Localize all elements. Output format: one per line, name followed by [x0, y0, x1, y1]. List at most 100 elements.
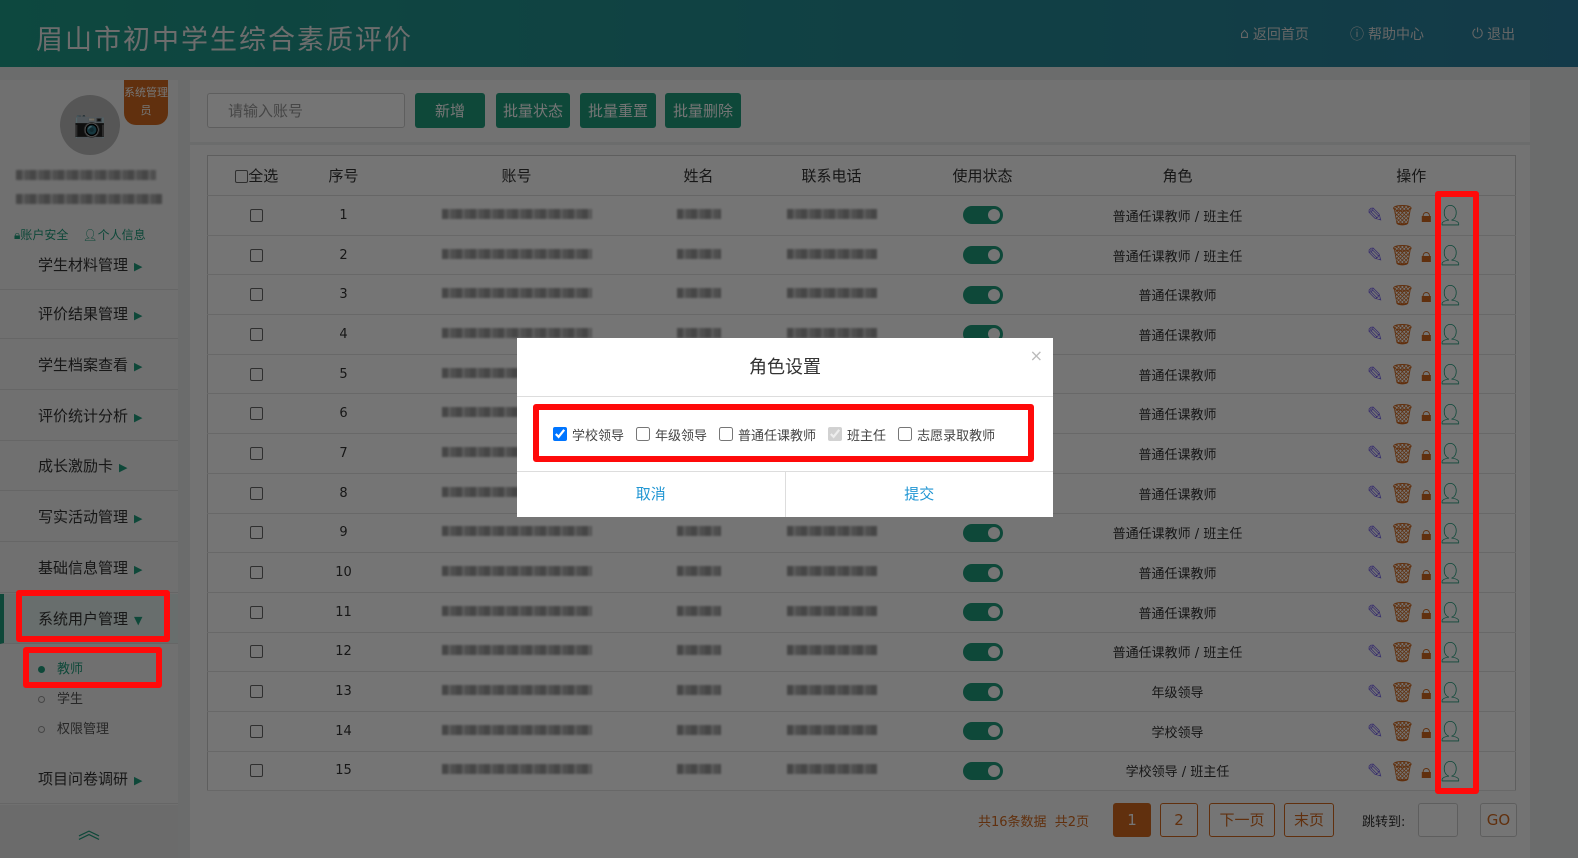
batch-delete-button[interactable]: 批量删除 — [665, 93, 741, 128]
user-settings-icon[interactable]: 👤︎ — [1438, 363, 1463, 385]
role-checkbox[interactable] — [636, 427, 651, 441]
trash-icon[interactable]: 🗑︎ — [1390, 284, 1415, 306]
row-checkbox[interactable] — [250, 446, 264, 460]
trash-icon[interactable]: 🗑︎ — [1390, 760, 1415, 782]
trash-icon[interactable]: 🗑︎ — [1390, 204, 1415, 226]
sidebar-item[interactable]: 学生材料管理 ▶ — [0, 240, 178, 290]
sidebar-item[interactable]: 项目问卷调研 ▶ — [0, 754, 178, 804]
status-toggle[interactable] — [962, 246, 1003, 265]
edit-pencil-icon[interactable]: ✎ — [1367, 720, 1384, 742]
trash-icon[interactable]: 🗑︎ — [1390, 442, 1415, 464]
trash-icon[interactable]: 🗑︎ — [1390, 601, 1415, 623]
trash-icon[interactable]: 🗑︎ — [1390, 522, 1415, 544]
user-settings-icon[interactable]: 👤︎ — [1438, 720, 1463, 742]
edit-pencil-icon[interactable]: ✎ — [1367, 562, 1384, 584]
last-page-button[interactable]: 末页 — [1284, 803, 1334, 837]
role-option[interactable]: 志愿录取教师 — [898, 425, 995, 444]
submenu-item[interactable]: 教师 — [38, 658, 83, 677]
reset-password-lock-icon[interactable]: 🔒︎ — [1421, 562, 1432, 584]
home-link[interactable]: ⌂ 返回首页 — [1240, 24, 1309, 44]
edit-pencil-icon[interactable]: ✎ — [1367, 442, 1384, 464]
edit-pencil-icon[interactable]: ✎ — [1367, 482, 1384, 504]
user-settings-icon[interactable]: 👤︎ — [1438, 442, 1463, 464]
role-checkbox[interactable] — [553, 427, 567, 441]
sidebar-item[interactable]: 评价结果管理 ▶ — [0, 289, 178, 339]
sidebar-item[interactable]: 基础信息管理 ▶ — [0, 543, 178, 593]
trash-icon[interactable]: 🗑︎ — [1390, 641, 1415, 663]
reset-password-lock-icon[interactable]: 🔒︎ — [1421, 522, 1432, 544]
status-toggle[interactable] — [962, 761, 1003, 780]
sidebar-item[interactable]: 成长激励卡 ▶ — [0, 441, 178, 491]
row-checkbox[interactable] — [250, 685, 264, 699]
batch-status-button[interactable]: 批量状态 — [496, 93, 570, 128]
user-settings-icon[interactable]: 👤︎ — [1438, 760, 1463, 782]
user-settings-icon[interactable]: 👤︎ — [1438, 403, 1463, 425]
row-checkbox[interactable] — [250, 327, 264, 341]
row-checkbox[interactable] — [250, 248, 264, 262]
edit-pencil-icon[interactable]: ✎ — [1367, 363, 1384, 385]
submenu-item[interactable]: 权限管理 — [38, 718, 109, 737]
sidebar-item[interactable]: 系统用户管理 ▼ — [0, 594, 178, 644]
account-search-input[interactable] — [207, 93, 405, 128]
status-toggle[interactable] — [962, 523, 1003, 542]
avatar[interactable]: 📷 — [60, 95, 120, 155]
role-checkbox[interactable] — [828, 427, 843, 441]
row-checkbox[interactable] — [250, 764, 264, 778]
add-button[interactable]: 新增 — [415, 93, 485, 128]
go-button[interactable]: GO — [1480, 803, 1517, 837]
trash-icon[interactable]: 🗑︎ — [1390, 244, 1415, 266]
sidebar-item[interactable]: 评价统计分析 ▶ — [0, 391, 178, 441]
reset-password-lock-icon[interactable]: 🔒︎ — [1421, 601, 1432, 623]
user-settings-icon[interactable]: 👤︎ — [1438, 681, 1463, 703]
edit-pencil-icon[interactable]: ✎ — [1367, 641, 1384, 663]
user-settings-icon[interactable]: 👤︎ — [1438, 204, 1463, 226]
edit-pencil-icon[interactable]: ✎ — [1367, 522, 1384, 544]
trash-icon[interactable]: 🗑︎ — [1390, 720, 1415, 742]
user-settings-icon[interactable]: 👤︎ — [1438, 284, 1463, 306]
status-toggle[interactable] — [962, 603, 1003, 622]
role-option[interactable]: 班主任 — [828, 425, 886, 444]
role-checkbox[interactable] — [719, 427, 734, 441]
batch-reset-button[interactable]: 批量重置 — [580, 93, 656, 128]
reset-password-lock-icon[interactable]: 🔒︎ — [1421, 760, 1432, 782]
reset-password-lock-icon[interactable]: 🔒︎ — [1421, 244, 1432, 266]
status-toggle[interactable] — [962, 722, 1003, 741]
trash-icon[interactable]: 🗑︎ — [1390, 562, 1415, 584]
select-all[interactable]: 全选 — [207, 155, 306, 196]
trash-icon[interactable]: 🗑︎ — [1390, 482, 1415, 504]
reset-password-lock-icon[interactable]: 🔒︎ — [1421, 482, 1432, 504]
submit-button[interactable]: 提交 — [786, 472, 1054, 517]
user-settings-icon[interactable]: 👤︎ — [1438, 641, 1463, 663]
reset-password-lock-icon[interactable]: 🔒︎ — [1421, 403, 1432, 425]
edit-pencil-icon[interactable]: ✎ — [1367, 601, 1384, 623]
sidebar-item[interactable]: 写实活动管理 ▶ — [0, 492, 178, 542]
user-settings-icon[interactable]: 👤︎ — [1438, 601, 1463, 623]
jump-page-input[interactable] — [1418, 803, 1458, 837]
submenu-item[interactable]: 学生 — [38, 688, 83, 707]
reset-password-lock-icon[interactable]: 🔒︎ — [1421, 323, 1432, 345]
status-toggle[interactable] — [962, 682, 1003, 701]
page-2-button[interactable]: 2 — [1160, 803, 1198, 837]
reset-password-lock-icon[interactable]: 🔒︎ — [1421, 720, 1432, 742]
reset-password-lock-icon[interactable]: 🔒︎ — [1421, 284, 1432, 306]
row-checkbox[interactable] — [250, 605, 264, 619]
row-checkbox[interactable] — [250, 724, 264, 738]
collapse-up-icon[interactable]: ︽ — [0, 805, 178, 858]
edit-pencil-icon[interactable]: ✎ — [1367, 681, 1384, 703]
row-checkbox[interactable] — [250, 208, 264, 222]
sidebar-item[interactable]: 学生档案查看 ▶ — [0, 340, 178, 390]
page-1-button[interactable]: 1 — [1113, 803, 1151, 837]
user-settings-icon[interactable]: 👤︎ — [1438, 562, 1463, 584]
trash-icon[interactable]: 🗑︎ — [1390, 323, 1415, 345]
status-toggle[interactable] — [962, 563, 1003, 582]
edit-pencil-icon[interactable]: ✎ — [1367, 760, 1384, 782]
role-checkbox[interactable] — [898, 427, 913, 441]
status-toggle[interactable] — [962, 206, 1003, 225]
edit-pencil-icon[interactable]: ✎ — [1367, 403, 1384, 425]
edit-pencil-icon[interactable]: ✎ — [1367, 204, 1384, 226]
reset-password-lock-icon[interactable]: 🔒︎ — [1421, 641, 1432, 663]
user-settings-icon[interactable]: 👤︎ — [1438, 323, 1463, 345]
trash-icon[interactable]: 🗑︎ — [1390, 363, 1415, 385]
close-icon[interactable]: × — [1030, 346, 1043, 365]
edit-pencil-icon[interactable]: ✎ — [1367, 323, 1384, 345]
